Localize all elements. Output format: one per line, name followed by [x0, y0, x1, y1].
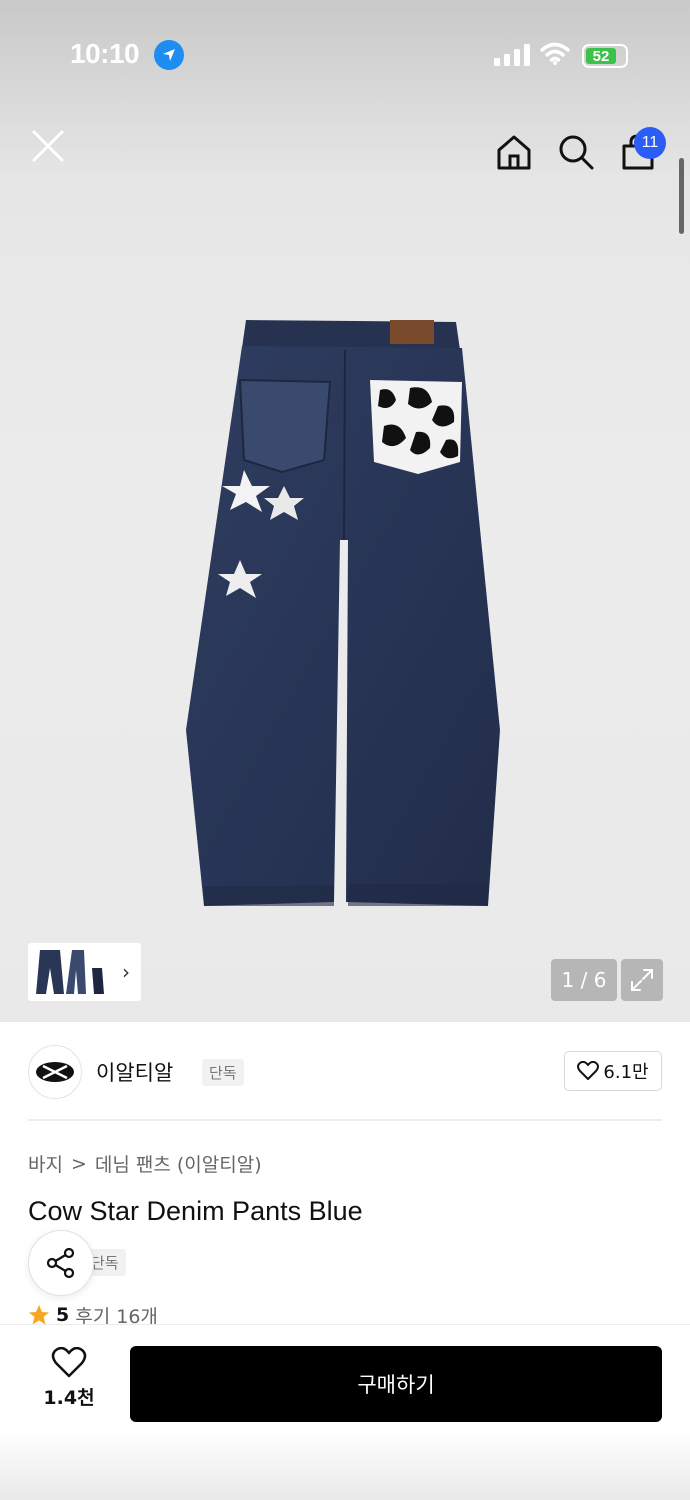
exclusive-badge: 단독: [202, 1059, 244, 1086]
heart-outline-icon: [577, 1061, 600, 1080]
search-button[interactable]: [554, 130, 598, 174]
battery-percent: 52: [592, 47, 610, 65]
brand-like-count: 6.1만: [603, 1062, 649, 1083]
expand-button[interactable]: [621, 959, 663, 1001]
star-icon: [29, 1305, 49, 1325]
product-title: Cow Star Denim Pants Blue: [28, 1196, 363, 1226]
share-icon: [46, 1247, 75, 1279]
buy-button[interactable]: 구매하기: [130, 1346, 662, 1422]
image-counter: 1 / 6: [551, 959, 617, 1001]
home-indicator: [0, 1430, 690, 1500]
share-button[interactable]: [28, 1230, 94, 1296]
wishlist-count: 1.4천: [43, 1387, 95, 1409]
cellular-signal-icon: [494, 44, 530, 66]
cart-count-badge: 11: [634, 127, 666, 159]
breadcrumb: 바지 > 데님 팬츠 (이알티알): [28, 1150, 262, 1177]
location-arrow-icon: [154, 40, 184, 70]
thumbnail-image: [36, 950, 104, 994]
close-button[interactable]: [26, 124, 70, 168]
chevron-right-icon[interactable]: ›: [122, 960, 130, 984]
rating-score: 5: [56, 1304, 70, 1326]
brand-logo[interactable]: [28, 1045, 82, 1099]
heart-outline-icon: [51, 1347, 87, 1378]
close-icon: [32, 130, 64, 162]
scrollbar[interactable]: [679, 158, 684, 234]
product-photo[interactable]: [170, 310, 520, 920]
product-image-gallery[interactable]: 10:10 52 11 › 1 / 6: [0, 0, 690, 1022]
breadcrumb-item-subcategory[interactable]: 데님 팬츠 (이알티알): [95, 1150, 262, 1177]
bottom-action-bar: 1.4천 구매하기: [0, 1324, 690, 1500]
battery-indicator: 52: [582, 44, 628, 68]
divider: [28, 1119, 662, 1121]
expand-icon: [631, 969, 653, 991]
brand-like-button[interactable]: 6.1만: [564, 1051, 662, 1091]
wifi-icon: [540, 42, 570, 65]
breadcrumb-separator: >: [70, 1152, 87, 1175]
breadcrumb-item-category[interactable]: 바지: [28, 1150, 63, 1177]
home-icon: [497, 135, 531, 170]
search-icon: [559, 135, 594, 170]
home-button[interactable]: [492, 130, 536, 174]
wishlist-button[interactable]: 1.4천: [34, 1347, 104, 1421]
status-time: 10:10: [70, 38, 140, 69]
brand-row[interactable]: 이알티알 단독 6.1만: [28, 1043, 662, 1099]
brand-name[interactable]: 이알티알: [96, 1057, 173, 1087]
thumbnail-strip[interactable]: ›: [28, 943, 141, 1001]
status-bar: 10:10 52: [0, 0, 690, 110]
